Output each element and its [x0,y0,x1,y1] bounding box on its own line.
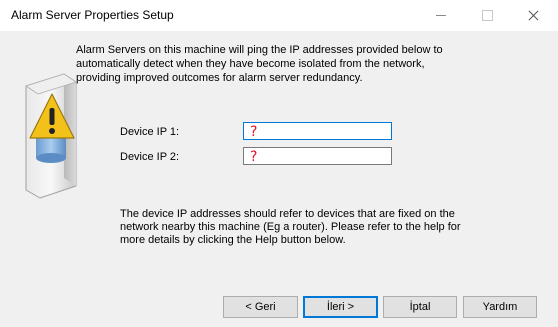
window-title: Alarm Server Properties Setup [11,8,174,22]
close-button[interactable] [510,0,556,31]
cancel-button[interactable]: İptal [383,296,457,318]
title-bar[interactable]: Alarm Server Properties Setup [0,0,558,31]
device-ip-2-field[interactable]: ? [243,147,392,165]
setup-dialog-window: Alarm Server Properties Setup Alarm Serv… [0,0,558,327]
help-text: The device IP addresses should refer to … [120,208,461,246]
server-warning-icon [25,73,77,199]
back-button[interactable]: < Geri [223,296,298,318]
device-ip-2-label: Device IP 2: [120,151,180,163]
maximize-button[interactable] [464,0,510,31]
dialog-content: Alarm Servers on this machine will ping … [0,31,558,327]
minimize-button[interactable] [418,0,464,31]
device-ip-1-field[interactable]: ? [243,122,392,140]
help-button[interactable]: Yardım [463,296,537,318]
invalid-mark-icon: ? [250,124,258,140]
minimize-icon [436,15,446,16]
invalid-mark-icon: ? [250,149,258,165]
maximize-icon [481,10,493,21]
intro-text: Alarm Servers on this machine will ping … [76,44,443,84]
device-ip-1-label: Device IP 1: [120,126,180,138]
next-button[interactable]: İleri > [303,296,378,318]
close-icon [528,10,539,21]
